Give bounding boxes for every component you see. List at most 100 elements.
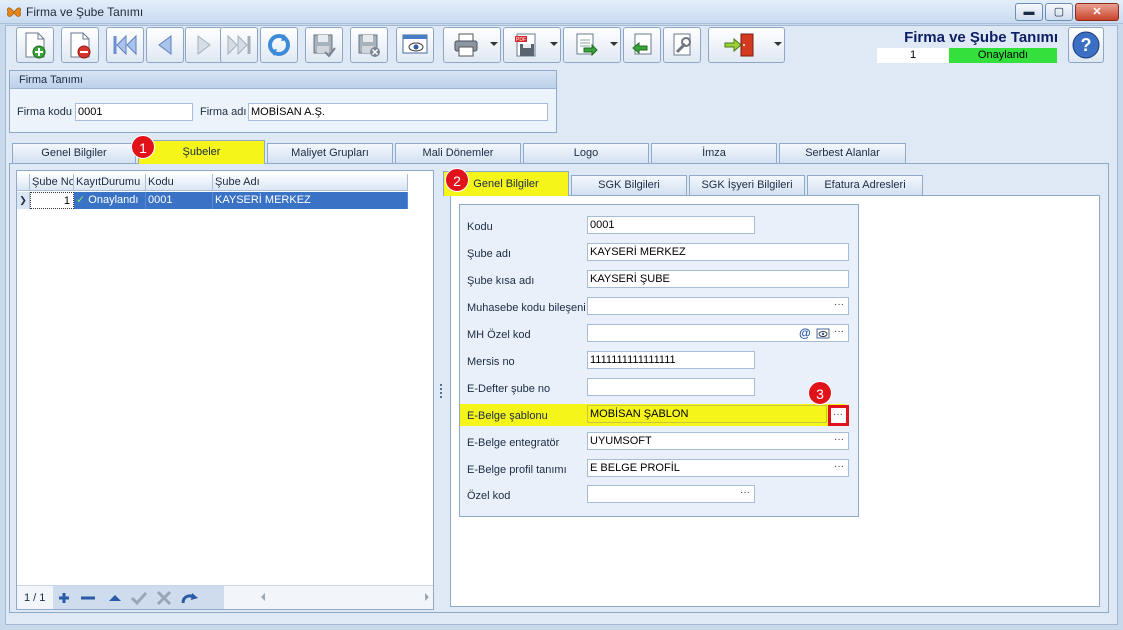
scroll-right-icon[interactable] [425,593,429,601]
cancel-icon[interactable] [155,589,173,607]
subtab-sgk-isyeri-bilgileri[interactable]: SGK İşyeri Bilgileri [689,175,805,195]
at-sign-icon[interactable]: @ [799,326,811,340]
next-icon [197,35,211,55]
row-indicator-icon: ❯ [17,192,30,209]
next-record-button[interactable] [185,27,223,63]
dropdown-arrow-icon[interactable] [550,42,558,46]
export-button[interactable] [563,27,621,63]
first-record-button[interactable] [106,27,144,63]
firma-name-input[interactable]: MOBİSAN A.Ş. [248,103,548,121]
dropdown-arrow-icon[interactable] [774,42,782,46]
tab-maliyet-gruplari[interactable]: Maliyet Grupları [267,143,393,163]
sube-adi-label: Şube adı [467,248,512,260]
tab-logo[interactable]: Logo [523,143,649,163]
ebelge-profil-input[interactable]: E BELGE PROFİL [587,459,849,477]
firma-group-title: Firma Tanımı [10,71,556,89]
status-badge: Onaylandı [949,48,1057,63]
grid-header-kayit-durumu[interactable]: KayıtDurumu [74,174,146,191]
firma-group: Firma Tanımı Firma kodu 0001 Firma adı M… [9,70,557,133]
mh-ellipsis-icon[interactable]: ··· [834,326,844,337]
mersis-no-input[interactable]: 1111111111111111 [587,351,755,369]
tab-genel-bilgiler[interactable]: Genel Bilgiler [12,143,136,163]
cancel-disk-icon [358,34,380,57]
grid-indicator-header [17,174,30,191]
ebelge-entegrator-input[interactable]: UYUMSOFT [587,432,849,450]
last-icon [227,34,251,56]
delete-record-button[interactable] [61,27,99,63]
panel-splitter[interactable] [440,384,443,398]
export-document-icon [576,33,599,57]
muhasebe-ellipsis-icon[interactable]: ··· [834,299,844,310]
step-badge-2: 2 [445,168,469,192]
new-document-icon [25,32,46,59]
move-up-icon[interactable] [106,589,124,607]
pdf-save-icon: PDF [515,33,536,57]
maximize-button[interactable]: ▢ [1045,3,1073,21]
export-pdf-button[interactable]: PDF [503,27,561,63]
grid-cell-kayit-durumu[interactable]: ✓ Onaylandı [74,192,146,209]
svg-text:?: ? [1081,35,1092,55]
confirm-icon[interactable] [130,589,148,607]
subtab-efatura-adresleri[interactable]: Efatura Adresleri [807,175,923,195]
scroll-left-icon[interactable] [261,593,265,601]
grid-navigator: 1 / 1 [17,585,433,609]
minimize-button[interactable]: ▬ [1015,3,1043,21]
settings-button[interactable] [663,27,701,63]
refresh-button[interactable] [260,27,298,63]
new-record-button[interactable] [16,27,54,63]
import-button[interactable] [623,27,661,63]
ebelge-sablon-input[interactable]: MOBİSAN ŞABLON [587,405,827,423]
form-title: Firma ve Şube Tanımı [904,29,1058,46]
firma-name-label: Firma adı [200,106,247,118]
tab-serbest-alanlar[interactable]: Serbest Alanlar [779,143,906,163]
preview-window-icon [402,34,428,54]
tab-subeler[interactable]: Şubeler [138,140,265,164]
tab-mali-donemler[interactable]: Mali Dönemler [395,143,521,163]
dropdown-arrow-icon[interactable] [490,42,498,46]
refresh-icon [268,34,290,56]
previous-record-button[interactable] [146,27,184,63]
step-badge-3: 3 [808,381,832,405]
view-icon[interactable] [816,328,830,340]
ebelge-sablon-ellipsis-button[interactable]: ··· [828,405,849,426]
entegrator-ellipsis-icon[interactable]: ··· [834,434,844,445]
exit-button[interactable] [708,27,785,63]
grid-cell-sube-no[interactable]: 1 [30,192,74,209]
remove-row-icon[interactable] [79,589,97,607]
cancel-save-button[interactable] [350,27,388,63]
import-document-icon [632,33,652,55]
grid-header-sube-adi[interactable]: Şube Adı [213,174,408,191]
close-button[interactable]: ✕ [1075,3,1119,21]
svg-text:PDF: PDF [516,37,526,43]
last-record-button[interactable] [220,27,258,63]
redo-icon[interactable] [180,589,200,607]
exit-door-icon [724,33,754,57]
print-button[interactable] [443,27,501,63]
grid-cell-kodu[interactable]: 0001 [146,192,213,209]
profil-ellipsis-icon[interactable]: ··· [834,461,844,472]
wrench-icon [673,33,691,56]
sube-kisa-adi-input[interactable]: KAYSERİ ŞUBE [587,270,849,288]
sube-adi-input[interactable]: KAYSERİ MERKEZ [587,243,849,261]
help-button[interactable]: ? [1068,27,1104,63]
preview-button[interactable] [396,27,434,63]
edefter-sube-no-input[interactable] [587,378,755,396]
tab-imza[interactable]: İmza [651,143,777,163]
add-row-icon[interactable] [55,589,73,607]
subtab-sgk-bilgileri[interactable]: SGK Bilgileri [571,175,687,195]
ebelge-sablon-label: E-Belge şablonu [467,410,548,422]
ozel-kod-ellipsis-icon[interactable]: ··· [740,487,750,498]
ebelge-entegrator-label: E-Belge entegratör [467,437,560,449]
ellipsis-icon: ··· [833,409,843,420]
firma-code-label: Firma kodu [17,106,73,118]
grid-header-sube-no[interactable]: Şube No [30,174,74,191]
ozel-kod-input[interactable] [587,485,755,503]
sube-kisa-adi-label: Şube kısa adı [467,275,535,287]
dropdown-arrow-icon[interactable] [610,42,618,46]
grid-cell-sube-adi[interactable]: KAYSERİ MERKEZ [213,192,408,209]
firma-code-input[interactable]: 0001 [75,103,193,121]
muhasebe-kodu-input[interactable] [587,297,849,315]
grid-header-kodu[interactable]: Kodu [146,174,213,191]
save-button[interactable] [305,27,343,63]
kodu-input[interactable]: 0001 [587,216,755,234]
